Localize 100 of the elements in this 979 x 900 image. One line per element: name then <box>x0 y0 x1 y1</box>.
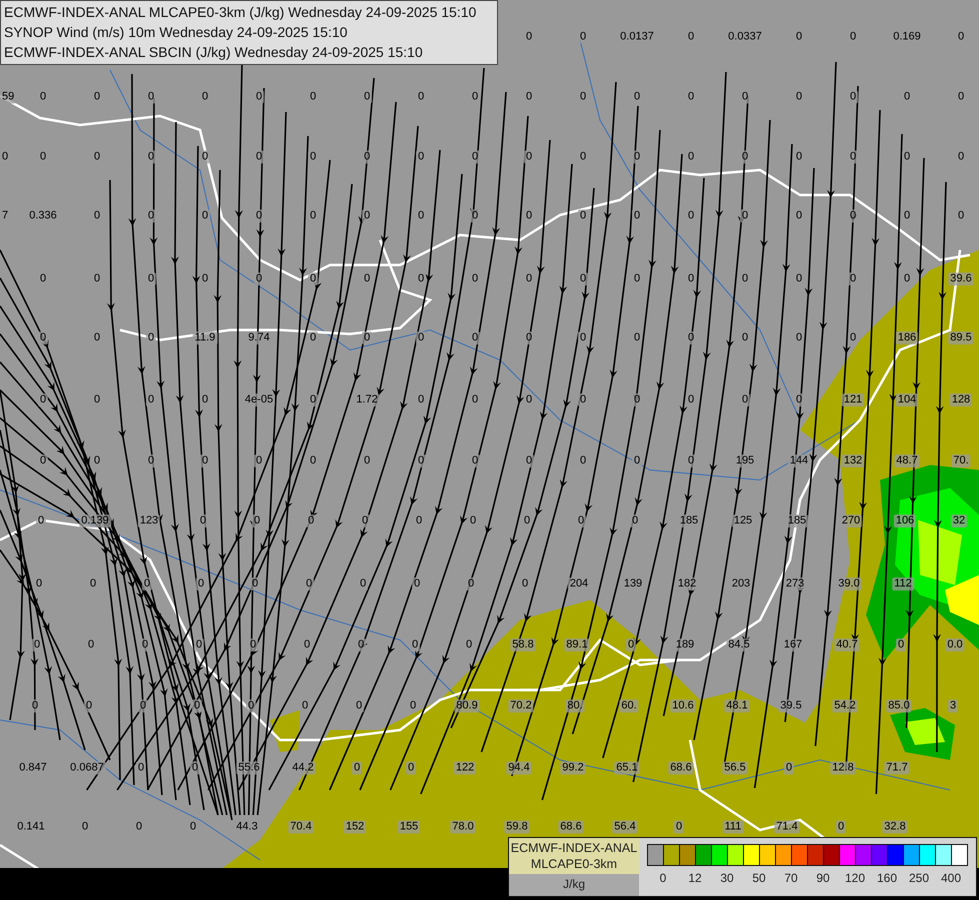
station-value: 58.8 <box>510 638 536 652</box>
station-value: 0 <box>630 514 640 528</box>
station-value: 11.9 <box>192 332 218 344</box>
station-value: 0 <box>308 394 318 406</box>
station-value: 0 <box>470 150 480 164</box>
station-value: 0 <box>38 394 48 406</box>
station-value: 270 <box>840 514 862 528</box>
station-value: 0 <box>466 578 476 590</box>
station-value: 0 <box>632 394 642 406</box>
station-value: 0 <box>522 514 532 528</box>
station-value: 125 <box>732 514 754 528</box>
station-value: 0 <box>246 700 256 712</box>
station-value: 0 <box>686 454 696 468</box>
station-value: 40.7 <box>834 638 860 652</box>
station-value: 4e-05 <box>242 394 276 406</box>
map-title-line: ECMWF-INDEX-ANAL SBCIN (J/kg) Wednesday 24-09-2025 15:10 <box>4 43 424 62</box>
station-value: 0 <box>190 762 200 774</box>
station-value: 0 <box>146 210 156 222</box>
station-value: 128 <box>950 394 972 406</box>
station-value: 44.2 <box>290 762 316 774</box>
station-value: 32.8 <box>882 820 908 834</box>
station-value: 0 <box>470 210 480 222</box>
station-value: 0 <box>794 394 804 406</box>
station-value: 0 <box>140 638 150 652</box>
station-value: 204 <box>568 578 590 590</box>
station-value: 0 <box>576 514 586 528</box>
station-value: 0 <box>740 394 750 406</box>
station-value: 32 <box>950 514 968 528</box>
station-value: 56.4 <box>612 820 638 834</box>
station-value: 0 <box>306 514 316 528</box>
tick-label: 70 <box>784 871 798 885</box>
station-value: 0 <box>416 332 426 344</box>
station-value: 0 <box>848 210 858 222</box>
station-value: 0 <box>410 638 420 652</box>
station-value: 144 <box>788 454 810 468</box>
station-value: 0 <box>196 578 206 590</box>
station-value: 0 <box>896 638 906 652</box>
station-value: 70. <box>951 454 971 468</box>
station-value: 104 <box>896 394 918 406</box>
station-value: 0 <box>470 332 480 344</box>
station-value: 0 <box>578 272 588 286</box>
station-value: 99.2 <box>560 762 586 774</box>
station-value: 0 <box>578 332 588 344</box>
legend-title: ECMWF-INDEX-ANAL <box>510 840 638 856</box>
station-value: 185 <box>786 514 808 528</box>
station-value: 59.8 <box>504 820 530 834</box>
station-value: 0 <box>362 332 372 344</box>
tick-label: 50 <box>752 871 766 885</box>
station-value: 12.8 <box>830 762 856 774</box>
station-value: 56.5 <box>722 762 748 774</box>
station-value: 122 <box>454 762 476 774</box>
station-value: 70.4 <box>288 820 314 834</box>
station-value: 0 <box>254 272 264 286</box>
station-value: 0 <box>198 514 208 528</box>
station-value: 0 <box>524 332 534 344</box>
station-value: 39.6 <box>948 272 974 286</box>
station-value: 155 <box>398 820 420 834</box>
station-value: 0 <box>784 762 794 774</box>
station-value: 0 <box>626 638 636 652</box>
station-value: 0 <box>848 90 858 104</box>
station-value: 0.0687 <box>68 762 106 774</box>
station-value: 0 <box>358 578 368 590</box>
station-value: 111 <box>722 820 744 834</box>
station-value: 0 <box>848 332 858 344</box>
tick-label: 30 <box>720 871 734 885</box>
station-value: 112 <box>892 578 914 590</box>
station-value: 0.139 <box>79 514 111 528</box>
station-value: 0 <box>740 90 750 104</box>
station-value: 185 <box>678 514 700 528</box>
station-value: 0 <box>254 150 264 164</box>
station-value: 0 <box>200 150 210 164</box>
station-value: 80. <box>565 700 585 712</box>
station-value: 0 <box>674 820 684 834</box>
station-value: 85.0 <box>886 700 912 712</box>
station-value: 0 <box>836 820 846 834</box>
station-value: 0 <box>146 272 156 286</box>
station-value: 0 <box>194 638 204 652</box>
station-value: 0 <box>250 578 260 590</box>
tick-label: 400 <box>940 871 962 885</box>
station-value: 3 <box>948 700 958 712</box>
station-value: 0 <box>142 578 152 590</box>
station-value: 0 <box>32 638 42 652</box>
station-value: 0 <box>254 210 264 222</box>
station-value: 0 <box>146 150 156 164</box>
station-value: 70.2 <box>508 700 534 712</box>
station-value: 0 <box>304 578 314 590</box>
station-value: 0 <box>848 150 858 164</box>
station-value: 0 <box>360 514 370 528</box>
station-value: 0 <box>146 394 156 406</box>
tick-label: 90 <box>816 871 830 885</box>
station-value: 0 <box>254 454 264 468</box>
station-value: 0 <box>302 638 312 652</box>
station-value: 0 <box>84 700 94 712</box>
station-value: 0 <box>848 272 858 286</box>
legend-title: MLCAPE0-3km <box>530 856 618 872</box>
station-value: 9.74 <box>246 332 272 344</box>
station-value: 0 <box>38 332 48 344</box>
station-value: 54.2 <box>832 700 858 712</box>
station-value: 84.5 <box>726 638 752 652</box>
tick-label: 12 <box>688 871 702 885</box>
